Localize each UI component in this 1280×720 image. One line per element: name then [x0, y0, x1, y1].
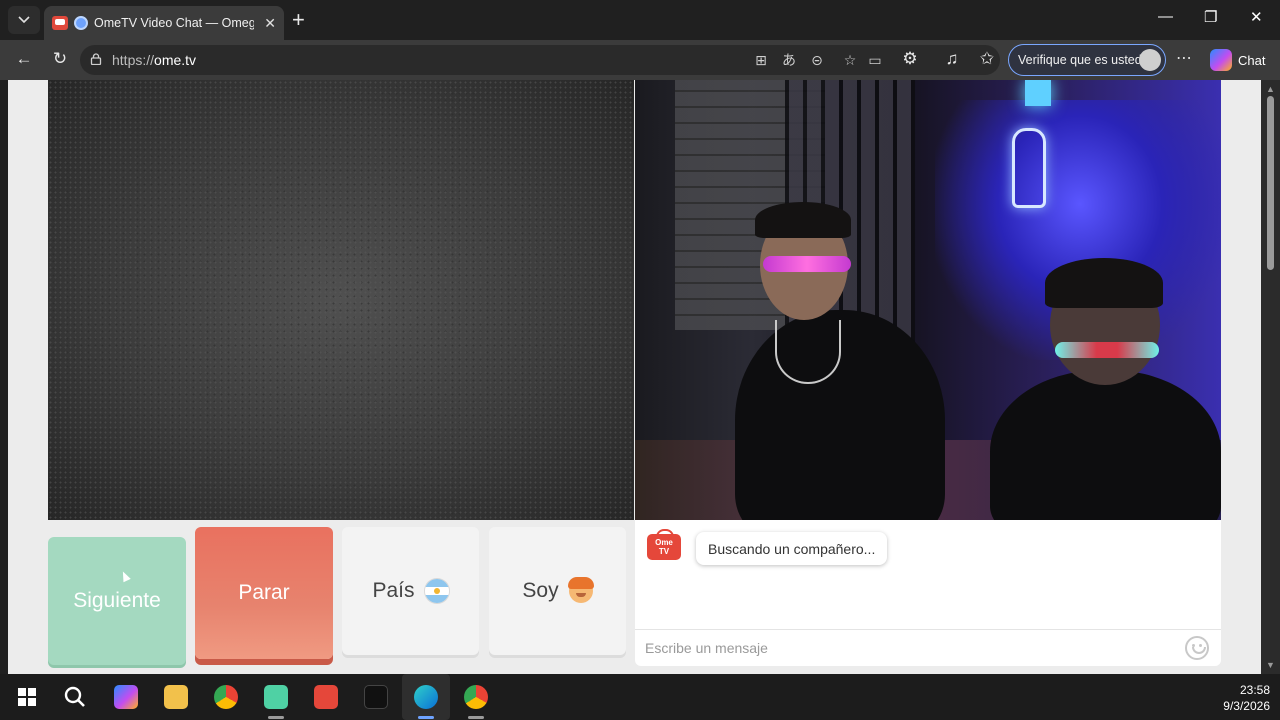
person-right-sunglasses	[1055, 342, 1159, 358]
system-clock[interactable]: 23:58 9/3/2026	[1223, 682, 1270, 714]
scroll-down-arrow-icon[interactable]: ▼	[1266, 660, 1275, 670]
neon-light	[1025, 80, 1051, 106]
neon-sign	[1012, 128, 1046, 208]
ometv-taskbar-icon[interactable]	[314, 685, 338, 709]
refresh-icon[interactable]: ↻	[48, 49, 72, 69]
search-icon[interactable]	[64, 686, 86, 708]
minimize-button[interactable]: —	[1158, 8, 1173, 25]
person-left-chain	[775, 320, 841, 384]
ometv-logo-icon: Ome TV	[647, 529, 681, 560]
avatar	[1139, 49, 1161, 71]
back-arrow-icon[interactable]: ←	[12, 49, 36, 69]
next-button[interactable]: Siguiente	[48, 537, 186, 665]
file-explorer-icon[interactable]	[164, 685, 188, 709]
chrome-profile-icon[interactable]	[464, 685, 488, 709]
chevron-down-icon	[18, 16, 30, 24]
active-indicator	[418, 716, 434, 719]
running-indicator	[268, 716, 284, 719]
boy-icon	[567, 577, 594, 603]
clock-time: 23:58	[1239, 683, 1270, 697]
stop-button[interactable]: Parar	[195, 527, 333, 659]
tab-list-button[interactable]	[8, 6, 40, 34]
verify-label: Verifique que es usted	[1018, 53, 1142, 67]
copilot-label: Chat	[1238, 52, 1266, 68]
scrollbar-thumb[interactable]	[1267, 96, 1274, 270]
page-scrollbar[interactable]: ▲ ▼	[1261, 80, 1280, 674]
tiktok-icon[interactable]	[364, 685, 388, 709]
person-left-sunglasses	[763, 256, 851, 272]
more-options-icon[interactable]: ⋯	[1176, 48, 1192, 68]
person-right	[990, 370, 1221, 520]
stop-label: Parar	[238, 581, 290, 604]
gender-button[interactable]: Soy	[489, 527, 626, 655]
running-indicator	[468, 716, 484, 719]
translate-icon[interactable]: あ	[780, 51, 798, 69]
new-tab-button[interactable]: +	[292, 8, 305, 32]
audio-playing-icon	[74, 16, 88, 30]
chat-divider	[635, 629, 1221, 630]
app-available-icon[interactable]: ⊞	[752, 51, 770, 69]
gender-label: Soy	[522, 579, 559, 602]
scroll-up-arrow-icon[interactable]: ▲	[1266, 84, 1275, 94]
profile-verify-button[interactable]: Verifique que es usted	[1008, 44, 1166, 76]
browser-navbar: ← ↻ https://ome.tv ⊞ あ ⊝ ☆ ▭ ⚙ ♫ ✩ Verif…	[0, 40, 1280, 80]
clock-date: 9/3/2026	[1223, 699, 1270, 713]
close-window-button[interactable]: ✕	[1250, 8, 1263, 26]
browser-tab-ometv[interactable]: OmeTV Video Chat — Omegle ✕	[44, 6, 284, 40]
tracking-prevention-icon[interactable]: ⊝	[808, 51, 826, 69]
ometv-favicon-icon	[52, 16, 68, 30]
camera-in-use-icon[interactable]: ▭	[866, 51, 884, 69]
favorites-icon[interactable]: ✩	[975, 49, 999, 69]
chat-panel: Ome TV Buscando un compañero...	[635, 520, 1221, 666]
browser-titlebar: OmeTV Video Chat — Omegle ✕ + — ❐ ✕	[0, 0, 1280, 40]
country-button[interactable]: País	[342, 527, 479, 655]
url-text: https://ome.tv	[112, 52, 197, 68]
lock-icon	[90, 53, 102, 65]
edge-icon[interactable]	[414, 685, 438, 709]
close-tab-icon[interactable]: ✕	[264, 15, 276, 32]
copilot-icon	[1210, 49, 1232, 71]
status-message-bubble: Buscando un compañero...	[696, 532, 888, 565]
country-label: País	[372, 579, 415, 602]
next-label: Siguiente	[73, 589, 161, 612]
chat-message-input[interactable]	[645, 636, 1165, 660]
tab-title: OmeTV Video Chat — Omegle	[94, 16, 254, 30]
copilot-chat-button[interactable]: Chat	[1210, 49, 1265, 71]
argentina-flag-icon	[424, 579, 449, 603]
status-message: Buscando un compañero...	[708, 540, 876, 557]
extensions-icon[interactable]: ⚙	[898, 49, 922, 69]
person-left-hair	[755, 202, 851, 238]
static-noise	[48, 80, 634, 520]
windows-start-icon[interactable]	[18, 688, 36, 706]
own-camera-video	[635, 80, 1221, 520]
streaming-app-icon[interactable]	[264, 685, 288, 709]
media-control-icon[interactable]: ♫	[940, 49, 964, 69]
person-right-hair	[1045, 258, 1163, 308]
windows-taskbar: 23:58 9/3/2026	[0, 674, 1280, 720]
address-bar[interactable]: https://ome.tv ⊞ あ ⊝ ☆ ▭	[80, 45, 1000, 75]
favorite-star-icon[interactable]: ☆	[841, 51, 859, 69]
partner-video-static	[48, 80, 634, 520]
chrome-icon[interactable]	[214, 685, 238, 709]
copilot-taskbar-icon[interactable]	[114, 685, 138, 709]
smiley-icon[interactable]	[1185, 636, 1209, 660]
restore-button[interactable]: ❐	[1204, 8, 1217, 26]
